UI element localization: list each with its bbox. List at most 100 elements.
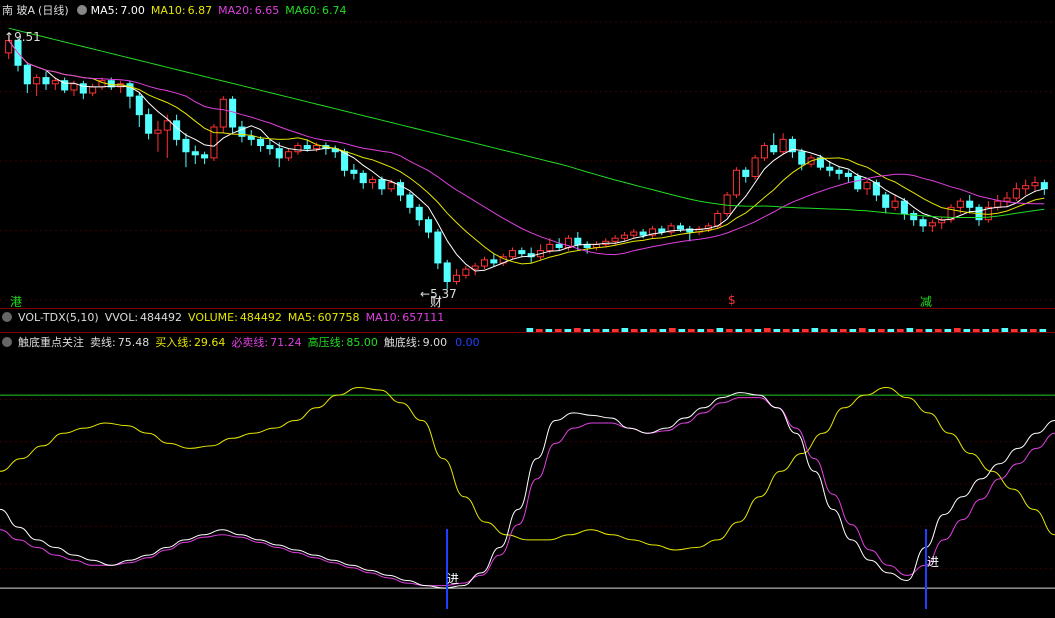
candle-body xyxy=(359,172,367,184)
candle-body xyxy=(742,169,750,177)
candle-body xyxy=(229,98,237,128)
candle-body xyxy=(275,148,283,159)
marker-dividend[interactable]: $ xyxy=(728,293,736,307)
ma-legend-item: MA60: 6.74 xyxy=(285,4,346,17)
ma-button[interactable] xyxy=(76,5,87,15)
indicator-legend: 卖线: 75.48 买入线: 29.64 必卖线: 71.24 高压线: 85.00 触底线: 9… xyxy=(90,336,486,349)
candle-body xyxy=(443,262,451,282)
ma-legend-value: 7.00 xyxy=(120,4,145,17)
volume-indicator-name: VOL-TDX(5,10) xyxy=(18,311,99,324)
high-arrow-icon: ↑ xyxy=(4,30,15,44)
indicator-legend-value: 0.00 xyxy=(455,336,480,349)
candle-body xyxy=(490,259,498,264)
candle-body xyxy=(350,169,358,174)
indicator-settings-button[interactable] xyxy=(2,337,12,347)
candle-body xyxy=(854,175,862,190)
candle-body xyxy=(826,166,834,171)
candle-body xyxy=(471,265,479,270)
indicator-legend-item: 买入线: 29.64 xyxy=(155,336,225,349)
sell-line xyxy=(0,392,1055,589)
volume-header: VOL-TDX(5,10) VVOL: 484492 VOLUME: 484492 MA5… xyxy=(2,311,456,325)
candle-body xyxy=(257,138,265,147)
candle-body xyxy=(639,231,647,236)
candle-body xyxy=(620,234,629,239)
candle-body xyxy=(462,268,470,276)
candle-body xyxy=(1012,188,1020,199)
candle-body xyxy=(518,250,526,255)
volume-legend-item: MA5: 607758 xyxy=(288,311,360,324)
candle-body xyxy=(70,83,78,91)
price-panel: 南 玻A (日线) MA5: 7.00 MA10: 6.87 MA20: 6.65 MA60: 6… xyxy=(0,0,1055,309)
volume-legend-value: 657111 xyxy=(402,311,445,324)
indicator-legend-item: 0.00 xyxy=(453,336,480,349)
candle-body xyxy=(89,86,97,94)
volume-settings-button[interactable] xyxy=(2,312,12,322)
volume-legend-item: VOLUME: 484492 xyxy=(188,311,282,324)
candle-body xyxy=(630,231,638,236)
candle-body xyxy=(126,83,134,97)
indicator-legend-item: 必卖线: 71.24 xyxy=(231,336,301,349)
ma-legend-item: MA10: 6.87 xyxy=(151,4,212,17)
ma-legend-label: MA20: xyxy=(218,4,253,17)
candle-body xyxy=(611,237,619,242)
volume-panel: VOL-TDX(5,10) VVOL: 484492 VOLUME: 484492 MA5… xyxy=(0,308,1055,333)
candle-body xyxy=(145,114,153,134)
indicator-legend-value: 75.48 xyxy=(117,336,150,349)
candle-body xyxy=(676,225,684,230)
volume-legend-value: 607758 xyxy=(317,311,360,324)
indicator-legend-value: 85.00 xyxy=(346,336,378,349)
candle-body xyxy=(1040,182,1048,190)
candle-body xyxy=(219,98,227,128)
indicator-legend-value: 29.64 xyxy=(193,336,226,349)
volume-legend-label: VOLUME: xyxy=(188,311,238,324)
candle-body xyxy=(508,250,517,258)
candle-body xyxy=(770,145,778,153)
candle-body xyxy=(835,169,843,174)
candle-body xyxy=(154,129,162,134)
candle-body xyxy=(201,154,209,159)
candle-body xyxy=(900,200,908,215)
ma-legend-value: 6.74 xyxy=(322,4,347,17)
candle-body xyxy=(163,120,171,131)
indicator-legend-item: 高压线: 85.00 xyxy=(308,336,378,349)
ma-legend-value: 6.65 xyxy=(254,4,280,17)
candle-body xyxy=(415,206,423,221)
candle-body xyxy=(434,231,442,264)
volume-legend-label: VVOL: xyxy=(104,311,139,324)
indicator-legend-label: 高压线: xyxy=(307,336,345,349)
candle-body xyxy=(294,145,302,153)
candle-body xyxy=(23,64,31,85)
candle-body xyxy=(285,151,293,159)
candle-body xyxy=(452,274,461,282)
ma-legend-value: 6.87 xyxy=(187,4,213,17)
price-chart xyxy=(0,21,1055,301)
candle-body xyxy=(191,151,199,156)
buy-line xyxy=(0,386,1055,551)
buy-signal-1: 进 xyxy=(447,572,460,586)
ma-legend-label: MA5: xyxy=(90,4,119,17)
candle-body xyxy=(1022,185,1030,190)
candle-body xyxy=(51,80,59,85)
candle-body xyxy=(555,243,563,248)
high-price-label: ↑9.51 xyxy=(4,30,41,44)
stock-name: 南 玻A xyxy=(2,4,36,17)
candle-body xyxy=(173,120,181,140)
volume-legend-item: MA10: 657111 xyxy=(366,311,445,324)
candle-body xyxy=(844,172,852,177)
candle-body xyxy=(424,219,433,233)
volume-legend-label: MA5: xyxy=(287,311,316,324)
candle-body xyxy=(1031,182,1039,187)
candle-body xyxy=(863,182,871,190)
candle-body xyxy=(313,145,321,150)
candle-body xyxy=(574,237,582,245)
candle-body xyxy=(369,179,377,184)
candle-body xyxy=(658,228,666,233)
price-header: 南 玻A (日线) MA5: 7.00 MA10: 6.87 MA20: 6.65 MA60: 6… xyxy=(2,4,359,18)
candle-body xyxy=(387,182,395,190)
ma-legend-item: MA20: 6.65 xyxy=(218,4,279,17)
candle-body xyxy=(182,138,190,153)
low-arrow-icon: ← xyxy=(420,287,431,301)
indicator-legend-item: 卖线: 75.48 xyxy=(90,336,149,349)
indicator-legend-value: 9.00 xyxy=(422,336,448,349)
candle-body xyxy=(882,194,890,208)
